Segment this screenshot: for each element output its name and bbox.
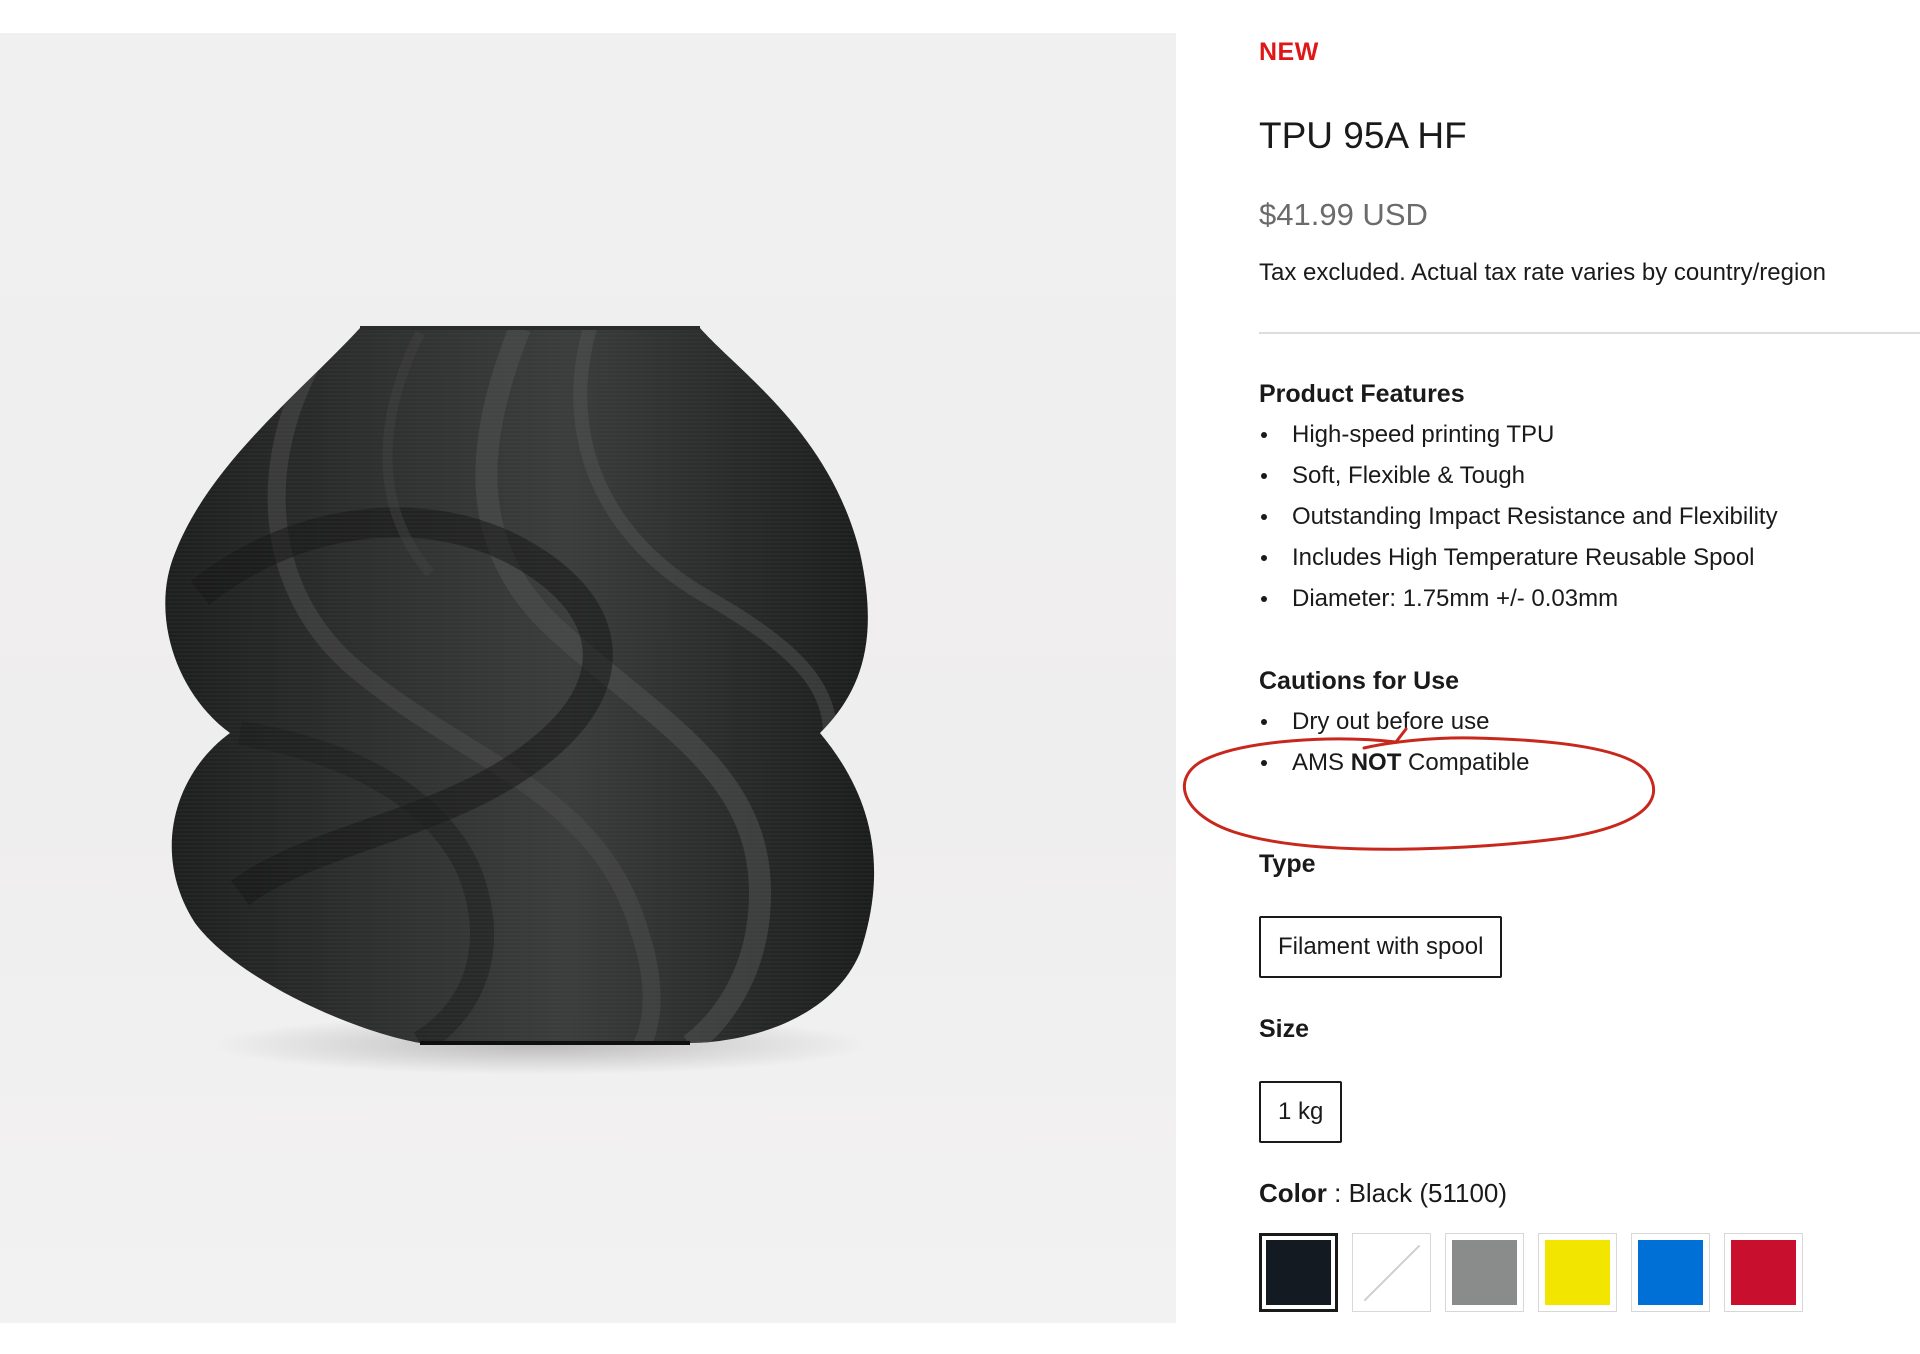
swatch-color-fill [1731, 1240, 1796, 1305]
color-swatches [1259, 1233, 1803, 1313]
bullet-icon [1261, 555, 1267, 561]
new-badge: NEW [1259, 38, 1319, 66]
product-title: TPU 95A HF [1259, 115, 1467, 156]
list-item: High-speed printing TPU [1259, 414, 1778, 455]
color-selection-label: Color : Black (51100) [1259, 1178, 1508, 1208]
color-swatch-red[interactable] [1724, 1233, 1803, 1312]
cautions-list: Dry out before use AMS NOT Compatible [1259, 701, 1529, 783]
tax-note: Tax excluded. Actual tax rate varies by … [1259, 259, 1826, 286]
vase-illustration [165, 326, 875, 1075]
bullet-icon [1261, 432, 1267, 438]
type-option-button[interactable]: Filament with spool [1259, 916, 1503, 978]
list-item: Diameter: 1.75mm +/- 0.03mm [1259, 578, 1778, 619]
swatch-color-fill [1545, 1240, 1610, 1305]
product-image[interactable] [0, 33, 1176, 1323]
list-item: Soft, Flexible & Tough [1259, 455, 1778, 496]
swatch-color-fill [1452, 1240, 1517, 1305]
features-list: High-speed printing TPU Soft, Flexible &… [1259, 414, 1778, 619]
type-heading: Type [1259, 850, 1316, 878]
swatch-color-fill [1359, 1240, 1424, 1305]
size-heading: Size [1259, 1015, 1310, 1043]
bullet-icon [1261, 473, 1267, 479]
product-page: NEW TPU 95A HF $41.99 USD Tax excluded. … [0, 0, 1920, 1354]
color-swatch-yellow[interactable] [1538, 1233, 1617, 1312]
product-price: $41.99 USD [1259, 197, 1428, 232]
bullet-icon [1261, 719, 1267, 725]
swatch-color-fill [1638, 1240, 1703, 1305]
color-swatch-black[interactable] [1259, 1233, 1338, 1312]
list-item: Dry out before use [1259, 701, 1529, 742]
list-item-ams: AMS NOT Compatible [1259, 742, 1529, 783]
list-item: Includes High Temperature Reusable Spool [1259, 537, 1778, 578]
bullet-icon [1261, 514, 1267, 520]
features-heading: Product Features [1259, 380, 1465, 408]
color-swatch-white[interactable] [1352, 1233, 1431, 1312]
bullet-icon [1261, 596, 1267, 602]
color-swatch-blue[interactable] [1631, 1233, 1710, 1312]
color-swatch-gray[interactable] [1445, 1233, 1524, 1312]
swatch-color-fill [1266, 1240, 1331, 1305]
bullet-icon [1261, 760, 1267, 766]
divider [1259, 332, 1920, 334]
list-item: Outstanding Impact Resistance and Flexib… [1259, 496, 1778, 537]
cautions-heading: Cautions for Use [1259, 667, 1460, 695]
product-info: NEW TPU 95A HF $41.99 USD Tax excluded. … [1259, 0, 1920, 1354]
size-option-button[interactable]: 1 kg [1259, 1081, 1343, 1143]
